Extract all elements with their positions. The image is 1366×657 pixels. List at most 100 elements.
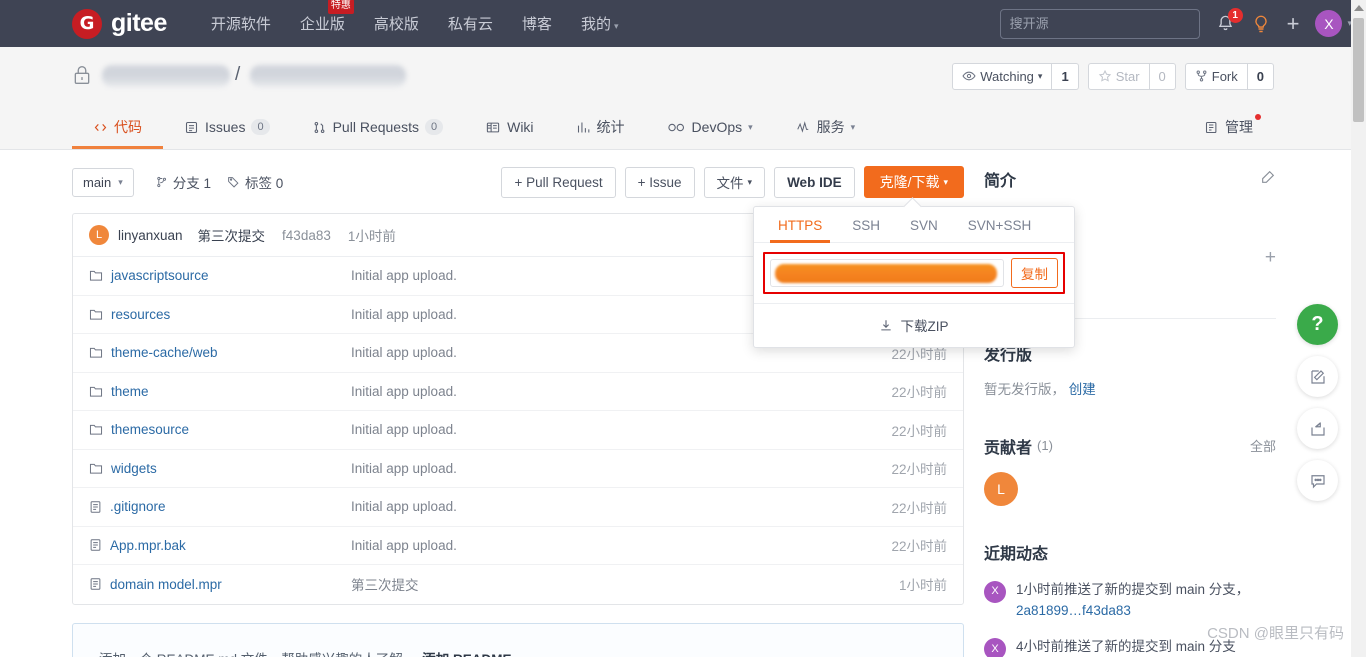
nav-item-blog[interactable]: 博客	[522, 13, 552, 34]
create-new-button[interactable]: +	[1287, 12, 1300, 35]
feedback-button[interactable]	[1297, 356, 1338, 397]
help-button[interactable]: ?	[1297, 304, 1338, 345]
comment-button[interactable]	[1297, 460, 1338, 501]
edit-intro-icon[interactable]	[1260, 169, 1276, 190]
new-issue-button[interactable]: + Issue	[624, 166, 695, 198]
intro-title: 简介	[984, 173, 1017, 190]
download-zip-button[interactable]: 下载ZIP	[754, 303, 1074, 347]
commit-sha[interactable]: f43da83	[282, 228, 331, 243]
user-menu[interactable]: X ▾	[1315, 10, 1352, 37]
notifications-button[interactable]: 1	[1216, 8, 1243, 33]
add-readme-link[interactable]: 添加 README	[422, 652, 511, 657]
file-name: App.mpr.bak	[110, 537, 186, 553]
file-name: themesource	[111, 422, 190, 438]
star-icon	[1098, 69, 1111, 82]
clone-url-input[interactable]	[770, 259, 1004, 287]
tab-statistics-label: 统计	[596, 119, 625, 135]
tab-code-label: 代码	[114, 119, 142, 135]
avatar: L	[89, 225, 109, 245]
folder-icon	[89, 348, 103, 358]
clone-tab-https[interactable]: HTTPS	[770, 207, 831, 243]
branches-link[interactable]: 分支 1	[155, 172, 211, 192]
nav-item-enterprise[interactable]: 特惠 企业版	[300, 0, 354, 34]
tab-services[interactable]: 服务 ▾	[774, 105, 877, 149]
nav-item-mine[interactable]: 我的 ▾	[581, 13, 619, 34]
search-input[interactable]	[999, 8, 1200, 39]
tab-code[interactable]: 代码	[72, 105, 163, 149]
activity-heading: 近期动态	[984, 540, 1276, 564]
tab-pull-requests[interactable]: Pull Requests 0	[291, 105, 465, 149]
table-row[interactable]: theme Initial app upload. 22小时前	[73, 373, 963, 411]
commit-time: 1小时前	[347, 229, 396, 244]
download-zip-label: 下载ZIP	[900, 319, 949, 334]
copy-url-button[interactable]: 复制	[1011, 258, 1058, 288]
share-button[interactable]	[1297, 408, 1338, 449]
add-topic-button[interactable]: +	[1265, 247, 1276, 269]
table-row[interactable]: widgets Initial app upload. 22小时前	[73, 450, 963, 488]
gitee-mark-icon: G	[72, 8, 102, 39]
commit-author[interactable]: linyanxuan	[118, 228, 183, 243]
table-row[interactable]: .gitignore Initial app upload. 22小时前	[73, 488, 963, 527]
commit-message[interactable]: 第三次提交	[198, 225, 266, 245]
web-ide-button[interactable]: Web IDE	[774, 166, 855, 198]
file-name-cell[interactable]: themesource	[89, 422, 351, 437]
gitee-logo[interactable]: G gitee	[72, 8, 167, 39]
file-name-cell[interactable]: domain model.mpr	[89, 577, 351, 592]
watch-button[interactable]: Watching ▾	[952, 62, 1053, 90]
nav-item-privatecloud[interactable]: 私有云	[448, 13, 493, 34]
star-button[interactable]: Star	[1087, 62, 1150, 90]
tab-wiki[interactable]: Wiki	[464, 105, 554, 149]
star-count[interactable]: 0	[1149, 62, 1176, 90]
file-name-cell[interactable]: theme	[89, 384, 351, 399]
tags-link[interactable]: 标签 0	[227, 172, 283, 192]
watch-count[interactable]: 1	[1052, 62, 1079, 90]
folder-icon	[89, 463, 103, 474]
download-icon	[881, 319, 892, 330]
file-name-cell[interactable]: theme-cache/web	[89, 345, 351, 360]
files-menu-button[interactable]: 文件 ▾	[703, 166, 766, 198]
owner-name-redacted	[102, 65, 230, 87]
table-row[interactable]: themesource Initial app upload. 22小时前	[73, 411, 963, 450]
tags-label: 标签 0	[244, 176, 284, 191]
global-header: G gitee 开源软件 特惠 企业版 高校版 私有云 博客 我的 ▾ 搜开源 …	[0, 0, 1366, 47]
create-release-link[interactable]: 创建	[1069, 382, 1096, 397]
fork-button[interactable]: Fork	[1184, 62, 1248, 90]
clone-url-redacted	[775, 264, 997, 283]
csdn-watermark: CSDN @眼里只有码	[1207, 625, 1344, 642]
fork-count[interactable]: 0	[1247, 62, 1274, 90]
activity-sha[interactable]: 2a81899…f43da83	[1016, 603, 1131, 618]
watch-button-group: Watching ▾ 1	[952, 62, 1079, 90]
file-name-cell[interactable]: App.mpr.bak	[89, 538, 351, 553]
nav-item-campus[interactable]: 高校版	[374, 13, 419, 34]
tab-wiki-label: Wiki	[507, 119, 534, 135]
scrollbar-thumb[interactable]	[1353, 18, 1364, 122]
new-pull-request-button[interactable]: + Pull Request	[501, 166, 616, 198]
clone-tab-ssh[interactable]: SSH	[844, 207, 888, 242]
branch-selector[interactable]: main ▾	[72, 167, 134, 197]
file-name-cell[interactable]: widgets	[89, 461, 351, 476]
nav-item-opensource[interactable]: 开源软件	[211, 13, 271, 34]
tab-devops[interactable]: DevOps ▾	[646, 105, 774, 149]
page-scrollbar[interactable]	[1351, 0, 1366, 657]
global-nav: 开源软件 特惠 企业版 高校版 私有云 博客 我的 ▾	[211, 0, 619, 34]
clone-download-button[interactable]: 克隆/下载 ▾	[863, 166, 964, 198]
file-name-cell[interactable]: resources	[89, 307, 351, 322]
tab-manage[interactable]: 管理	[1183, 105, 1274, 149]
clone-tab-svn[interactable]: SVN	[902, 207, 946, 242]
clone-tab-svn-ssh[interactable]: SVN+SSH	[960, 207, 1039, 242]
file-name-cell[interactable]: javascriptsource	[89, 268, 351, 283]
file-name: resources	[111, 306, 171, 322]
ideas-button[interactable]	[1251, 14, 1271, 34]
repo-meta-links: 分支 1 标签 0	[155, 172, 283, 192]
tab-statistics[interactable]: 统计	[555, 105, 646, 149]
contributors-all-link[interactable]: 全部	[1250, 436, 1276, 455]
table-row[interactable]: domain model.mpr 第三次提交 1小时前	[73, 565, 963, 604]
avatar[interactable]: L	[984, 471, 1018, 506]
table-row[interactable]: App.mpr.bak Initial app upload. 22小时前	[73, 527, 963, 565]
branch-name: main	[83, 174, 112, 190]
tab-issues[interactable]: Issues 0	[163, 105, 291, 149]
file-name-cell[interactable]: .gitignore	[89, 499, 351, 514]
scroll-up-arrow-icon[interactable]	[1354, 5, 1364, 11]
releases-empty-text: 暂无发行版，	[984, 381, 1065, 397]
chevron-down-icon: ▾	[850, 121, 856, 132]
